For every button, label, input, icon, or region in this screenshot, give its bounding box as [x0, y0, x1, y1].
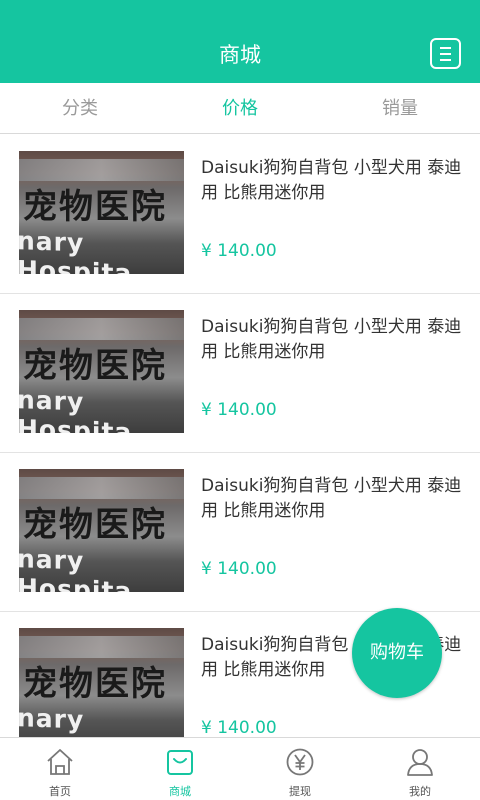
bottom-nav: 首页 商城 提现 我的	[0, 737, 480, 800]
menu-button[interactable]	[430, 38, 461, 69]
nav-withdraw[interactable]: 提现	[240, 738, 360, 800]
image-sign-subtext: nary Hospita	[19, 385, 133, 433]
user-icon	[407, 749, 433, 776]
shop-bag-icon	[167, 750, 193, 775]
home-icon	[47, 749, 73, 775]
product-name: Daisuki狗狗自背包 小型犬用 泰迪用 比熊用迷你用	[201, 317, 462, 362]
image-sign-text: 宠物医院	[23, 346, 167, 386]
cart-button[interactable]: 购物车	[352, 608, 442, 698]
product-name: Daisuki狗狗自背包 小型犬用 泰迪用 比熊用迷你用	[201, 476, 462, 521]
image-sign-subtext: nary Hospita	[19, 226, 133, 274]
nav-withdraw-label: 提现	[289, 785, 311, 798]
image-sign-subtext: nary Hospita	[19, 544, 133, 592]
product-image: 宠物医院 nary Hospita	[19, 151, 184, 274]
nav-mine[interactable]: 我的	[360, 738, 480, 800]
menu-icon-line	[440, 53, 451, 55]
image-sign-subtext: nary Hospita	[19, 703, 132, 737]
image-sign-text: 宠物医院	[23, 505, 167, 545]
product-item[interactable]: 宠物医院 nary Hospita Daisuki狗狗自背包 小型犬用 泰迪用 …	[0, 135, 480, 294]
product-image: 宠物医院 nary Hospita	[19, 628, 184, 737]
image-sign-text: 宠物医院	[23, 664, 167, 704]
nav-shop[interactable]: 商城	[120, 738, 240, 800]
nav-mine-label: 我的	[409, 785, 431, 798]
tab-category[interactable]: 分类	[0, 83, 160, 133]
nav-shop-label: 商城	[169, 785, 191, 798]
nav-home[interactable]: 首页	[0, 738, 120, 800]
product-image: 宠物医院 nary Hospita	[19, 310, 184, 433]
yen-coin-icon	[286, 748, 314, 776]
product-price: ¥ 140.00	[201, 718, 277, 737]
status-bar	[0, 0, 480, 26]
product-image: 宠物医院 nary Hospita	[19, 469, 184, 592]
tab-price[interactable]: 价格	[160, 83, 320, 133]
product-price: ¥ 140.00	[201, 241, 277, 261]
tab-sales[interactable]: 销量	[320, 83, 480, 133]
image-sign-text: 宠物医院	[23, 187, 167, 227]
product-price: ¥ 140.00	[201, 559, 277, 579]
menu-icon	[440, 47, 451, 49]
app-header: 商城	[0, 26, 480, 83]
page-title: 商城	[219, 43, 261, 67]
product-item[interactable]: 宠物医院 nary Hospita Daisuki狗狗自背包 小型犬用 泰迪用 …	[0, 453, 480, 612]
sort-tabs: 分类 价格 销量	[0, 83, 480, 134]
product-name: Daisuki狗狗自背包 小型犬用 泰迪用 比熊用迷你用	[201, 158, 462, 203]
menu-icon-line	[440, 59, 451, 61]
product-item[interactable]: 宠物医院 nary Hospita Daisuki狗狗自背包 小型犬用 泰迪用 …	[0, 294, 480, 453]
product-price: ¥ 140.00	[201, 400, 277, 420]
nav-home-label: 首页	[49, 785, 71, 798]
